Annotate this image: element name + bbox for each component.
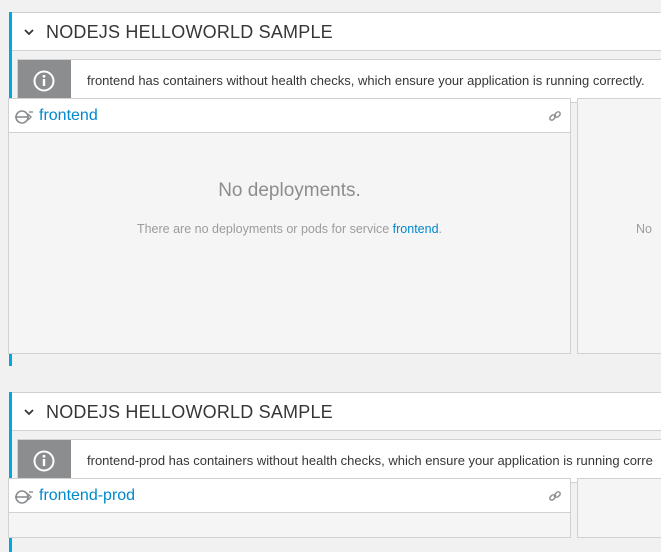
group-header[interactable]: NODEJS HELLOWORLD SAMPLE [12,392,661,431]
group-title: NODEJS HELLOWORLD SAMPLE [46,402,333,422]
empty-state-suffix: . [438,222,443,236]
link-icon[interactable] [548,109,562,128]
alert-icon-box [18,60,71,102]
service-route-icon [14,489,34,510]
service-name-link[interactable]: frontend [39,107,98,125]
service-card-header: frontend [9,99,570,133]
service-card-header: frontend-prod [9,479,570,513]
group-title: NODEJS HELLOWORLD SAMPLE [46,22,333,42]
service-card: frontend No deployments. There are no de… [8,98,571,354]
side-card-clipped-text: No [636,222,652,236]
side-service-card: No [577,98,661,354]
chevron-down-icon[interactable] [22,25,36,39]
service-name-link[interactable]: frontend-prod [39,487,135,505]
empty-state-prefix: There are no deployments or pods for ser… [136,222,393,236]
empty-state-title: No deployments. [218,180,361,201]
link-icon[interactable] [548,489,562,508]
alert-icon-box [18,440,71,482]
health-check-alert: frontend-prod has containers without hea… [17,439,661,483]
alert-message: frontend has containers without health c… [87,73,645,88]
alert-message: frontend-prod has containers without hea… [87,453,653,468]
group-header[interactable]: NODEJS HELLOWORLD SAMPLE [12,12,661,51]
service-card: frontend-prod [8,478,571,538]
chevron-down-icon[interactable] [22,405,36,419]
side-service-card [577,478,661,538]
health-check-alert: frontend has containers without health c… [17,59,661,103]
service-route-icon [14,109,34,130]
empty-state-service-link[interactable]: frontend [393,222,439,236]
empty-state-message: There are no deployments or pods for ser… [9,222,570,236]
